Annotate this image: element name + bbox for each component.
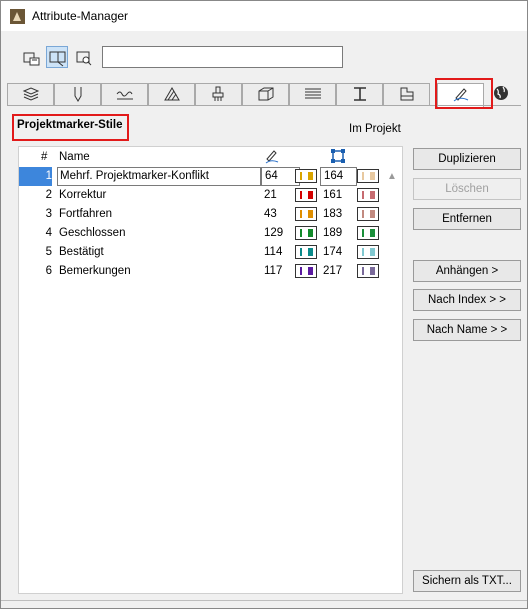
layers-icon [22, 87, 40, 101]
duplicate-button[interactable]: Duplizieren [413, 148, 521, 170]
tab-profiles[interactable] [336, 83, 383, 105]
markup-style-list[interactable]: # Name ▲ 1 Mehrf. Projektmarker-Konflikt 6… [18, 146, 403, 594]
tab-fills[interactable] [148, 83, 195, 105]
table-row[interactable]: 2 Korrektur 21 161 [19, 186, 402, 205]
line-type-icon [116, 91, 133, 100]
pen-color-swatch[interactable] [295, 264, 317, 278]
pen-icon [74, 87, 82, 102]
row-name[interactable]: Geschlossen [57, 224, 259, 243]
row-name[interactable]: Mehrf. Projektmarker-Konflikt [57, 167, 261, 186]
title-bar: Attribute-Manager [1, 1, 527, 31]
area-color-swatch[interactable] [357, 245, 379, 259]
row-name[interactable]: Fortfahren [57, 205, 259, 224]
row-pen-value[interactable]: 117 [261, 262, 298, 281]
markup-pen-icon [265, 150, 279, 164]
row-area-value[interactable]: 217 [320, 262, 355, 281]
row-number: 6 [45, 265, 52, 277]
area-fill-icon [331, 149, 345, 163]
list-view-button[interactable] [20, 46, 42, 68]
composite-icon [400, 87, 414, 101]
app-logo-icon [10, 9, 25, 24]
tab-zones[interactable] [289, 83, 336, 105]
profile-icon [354, 87, 366, 101]
sort-by-name-button[interactable]: Nach Name > > [413, 319, 521, 341]
column-header-pen[interactable] [264, 148, 280, 168]
save-as-txt-button[interactable]: Sichern als TXT... [413, 570, 521, 592]
row-area-value[interactable]: 189 [320, 224, 355, 243]
area-color-swatch[interactable] [357, 264, 379, 278]
row-area-value[interactable]: 164 [320, 167, 357, 186]
tab-highlight-box [435, 78, 493, 109]
delete-button[interactable]: Löschen [413, 178, 521, 200]
row-area-value[interactable]: 161 [320, 186, 355, 205]
row-area-value[interactable]: 174 [320, 243, 355, 262]
column-header-number[interactable]: # [41, 147, 47, 167]
sort-by-index-button[interactable]: Nach Index > > [413, 289, 521, 311]
row-number: 1 [19, 167, 52, 186]
attribute-manager-window: Attribute-Manager Projektmarker-Stile Im… [0, 0, 528, 609]
row-pen-value[interactable]: 114 [261, 243, 298, 262]
bottom-divider [1, 600, 527, 601]
column-header-name[interactable]: Name [59, 147, 90, 167]
tab-building-materials[interactable] [242, 83, 289, 105]
row-pen-value[interactable]: 129 [261, 224, 298, 243]
pen-color-swatch[interactable] [295, 207, 317, 221]
tab-composites[interactable] [383, 83, 430, 105]
tab-pens[interactable] [54, 83, 101, 105]
area-color-swatch[interactable] [357, 207, 379, 221]
column-header-area[interactable] [330, 148, 346, 168]
tab-surfaces[interactable] [195, 83, 242, 105]
window-title: Attribute-Manager [32, 9, 129, 23]
zone-icon [305, 88, 321, 99]
row-number: 2 [45, 189, 52, 201]
area-color-swatch[interactable] [357, 226, 379, 240]
detail-view-button[interactable] [72, 46, 94, 68]
table-row[interactable]: 3 Fortfahren 43 183 [19, 205, 402, 224]
pen-color-swatch[interactable] [295, 245, 317, 259]
tab-layers[interactable] [7, 83, 54, 105]
table-row[interactable]: 5 Bestätigt 114 174 [19, 243, 402, 262]
row-name[interactable]: Bemerkungen [57, 262, 259, 281]
fill-icon [164, 87, 180, 101]
building-material-icon [258, 87, 274, 101]
row-number: 3 [45, 208, 52, 220]
remove-button[interactable]: Entfernen [413, 208, 521, 230]
table-row[interactable]: 4 Geschlossen 129 189 [19, 224, 402, 243]
table-row[interactable]: 1 Mehrf. Projektmarker-Konflikt 64 164 [19, 167, 402, 186]
row-area-value[interactable]: 183 [320, 205, 355, 224]
row-pen-value[interactable]: 21 [261, 186, 298, 205]
globe-icon [494, 86, 508, 100]
row-number: 4 [45, 227, 52, 239]
row-pen-value[interactable]: 43 [261, 205, 298, 224]
split-view-button[interactable] [46, 46, 68, 68]
table-row[interactable]: 6 Bemerkungen 117 217 [19, 262, 402, 281]
pen-color-swatch[interactable] [295, 169, 317, 183]
area-color-swatch[interactable] [357, 188, 379, 202]
surface-icon [212, 86, 224, 101]
row-number: 5 [45, 246, 52, 258]
in-project-label: Im Projekt [349, 123, 401, 135]
pen-color-swatch[interactable] [295, 226, 317, 240]
pen-color-swatch[interactable] [295, 188, 317, 202]
tab-line-types[interactable] [101, 83, 148, 105]
row-name[interactable]: Korrektur [57, 186, 259, 205]
append-button[interactable]: Anhängen > [413, 260, 521, 282]
area-color-swatch[interactable] [357, 169, 379, 183]
row-name[interactable]: Bestätigt [57, 243, 259, 262]
search-input[interactable] [102, 46, 343, 68]
panel-title-highlight [12, 114, 129, 141]
